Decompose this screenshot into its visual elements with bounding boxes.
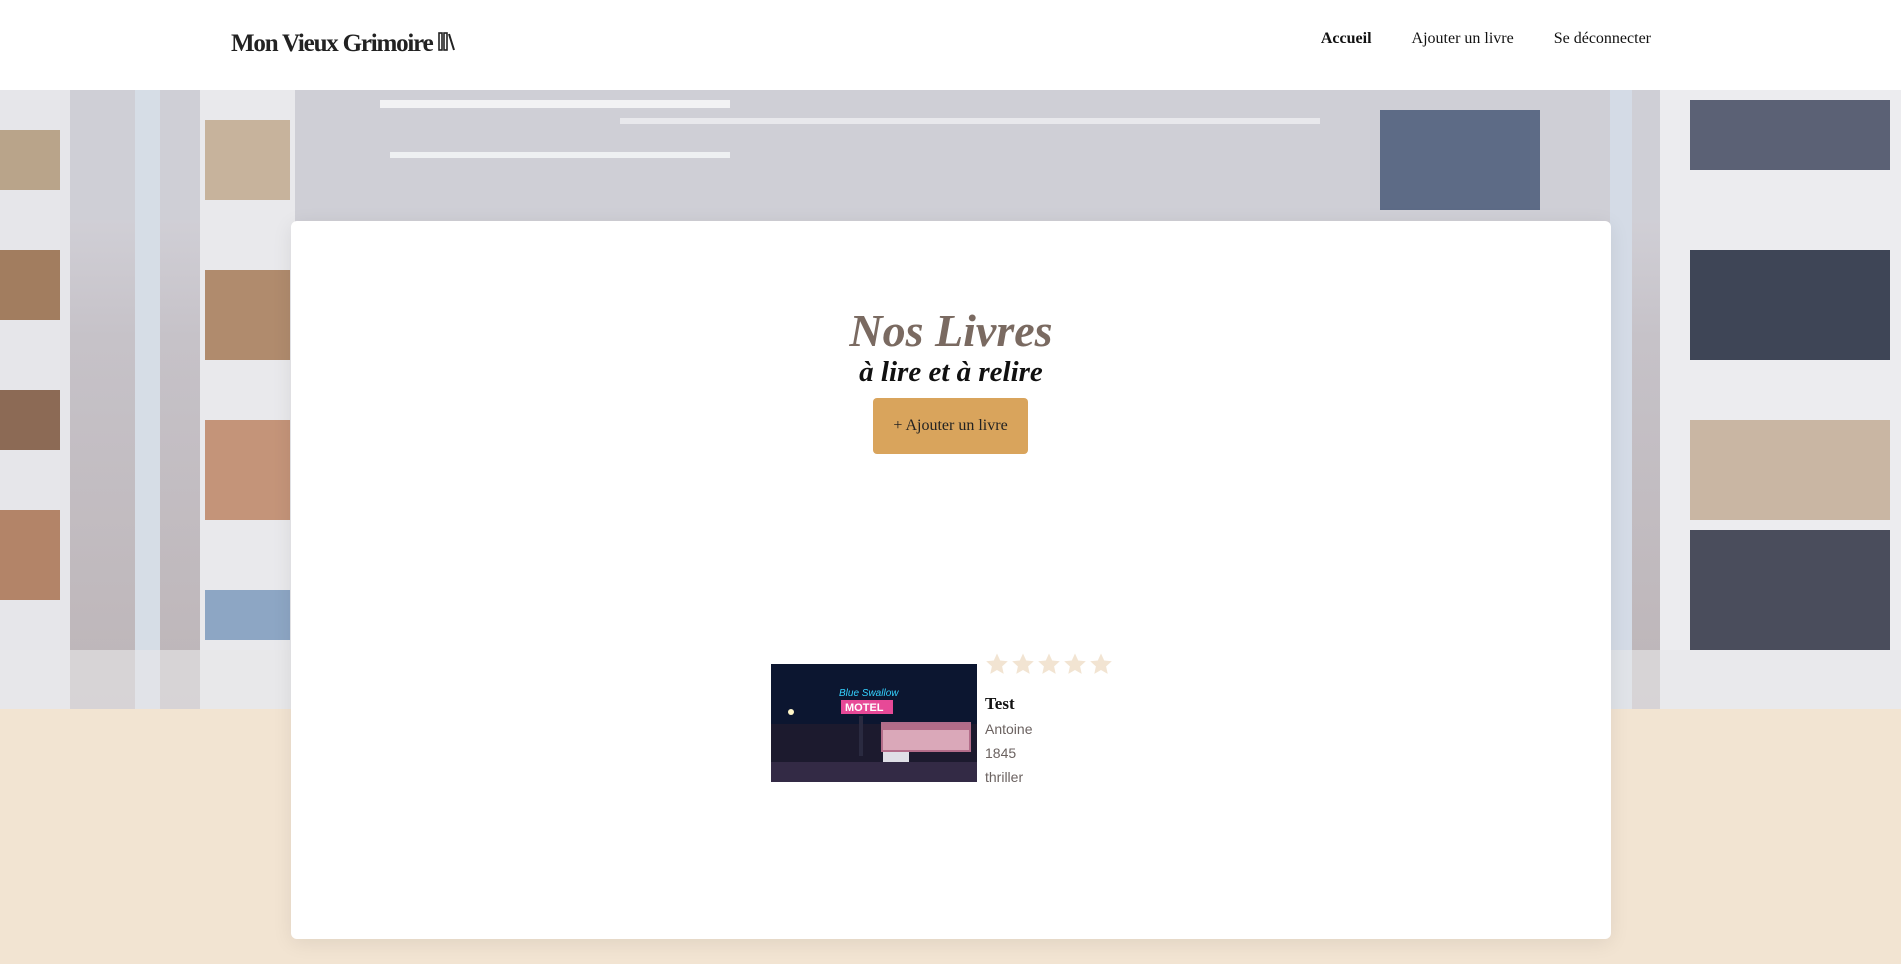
book-card[interactable]: Blue Swallow MOTEL Test Antoine 1845 thr… — [771, 653, 1171, 804]
star-icon — [1012, 653, 1034, 674]
logo[interactable]: Mon Vieux Grimoire — [231, 30, 456, 58]
book-genre: thriller — [985, 769, 1024, 785]
logo-text: Mon Vieux Grimoire — [231, 30, 434, 57]
add-book-button[interactable]: + Ajouter un livre — [873, 398, 1028, 454]
book-title: Test — [985, 694, 1015, 713]
star-icon — [1038, 653, 1060, 674]
nav-se-deconnecter[interactable]: Se déconnecter — [1554, 30, 1651, 48]
page-title: Nos Livres — [849, 305, 1053, 356]
book-year: 1845 — [985, 745, 1017, 761]
nav-ajouter-livre[interactable]: Ajouter un livre — [1412, 30, 1514, 48]
page-subtitle: à lire et à relire — [859, 356, 1043, 388]
main-card: Nos Livres à lire et à relire + Ajouter … — [291, 221, 1611, 939]
star-icon — [1090, 653, 1112, 674]
svg-text:Blue Swallow: Blue Swallow — [839, 688, 899, 699]
book-rating — [985, 652, 1113, 676]
book-cover-image[interactable]: Blue Swallow MOTEL — [771, 664, 977, 782]
books-icon — [437, 30, 456, 58]
star-icon — [1064, 653, 1086, 674]
book-author: Antoine — [985, 721, 1033, 737]
site-header: Mon Vieux Grimoire Accueil Ajouter un li… — [0, 0, 1901, 90]
main-nav: Accueil Ajouter un livre Se déconnecter — [1321, 30, 1651, 48]
nav-accueil[interactable]: Accueil — [1321, 30, 1372, 48]
star-icon — [986, 653, 1008, 674]
svg-text:MOTEL: MOTEL — [845, 702, 884, 714]
